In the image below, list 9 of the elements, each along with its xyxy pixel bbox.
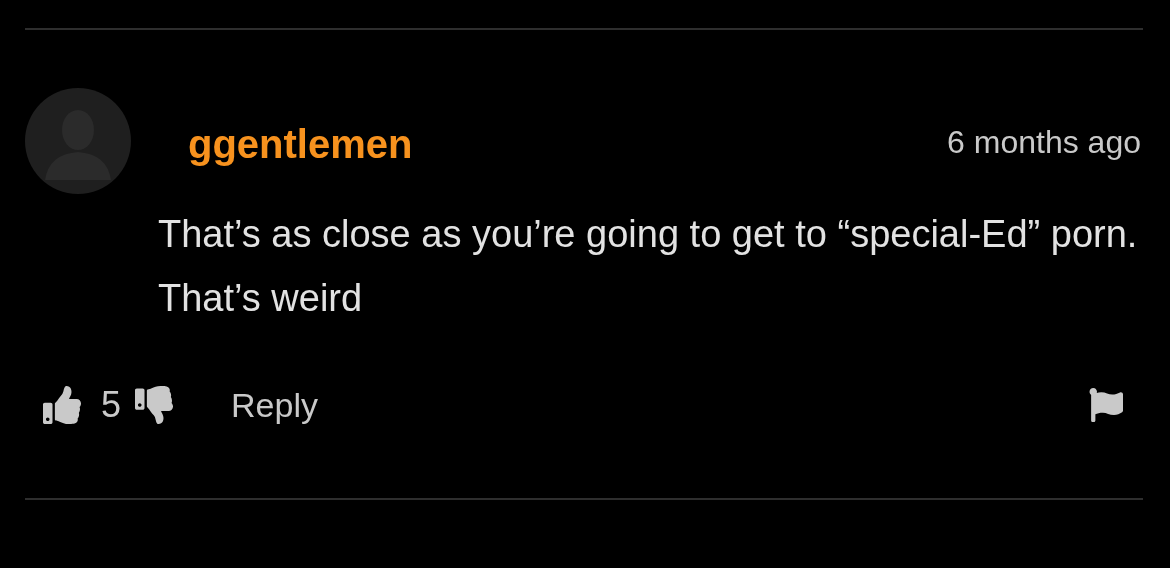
vote-count: 5 [101,384,122,426]
avatar-icon [25,88,131,194]
thumbs-down-icon[interactable] [135,386,174,424]
username[interactable]: ggentlemen [188,121,413,167]
comment-time: 6 months ago [947,123,1141,161]
thumbs-up-icon[interactable] [43,386,81,424]
flag-icon[interactable] [1089,388,1123,422]
reply-button[interactable]: Reply [231,385,318,425]
comment-text: That’s as close as you’re going to get to “special-Ed” porn. That’s weird [158,212,1139,321]
